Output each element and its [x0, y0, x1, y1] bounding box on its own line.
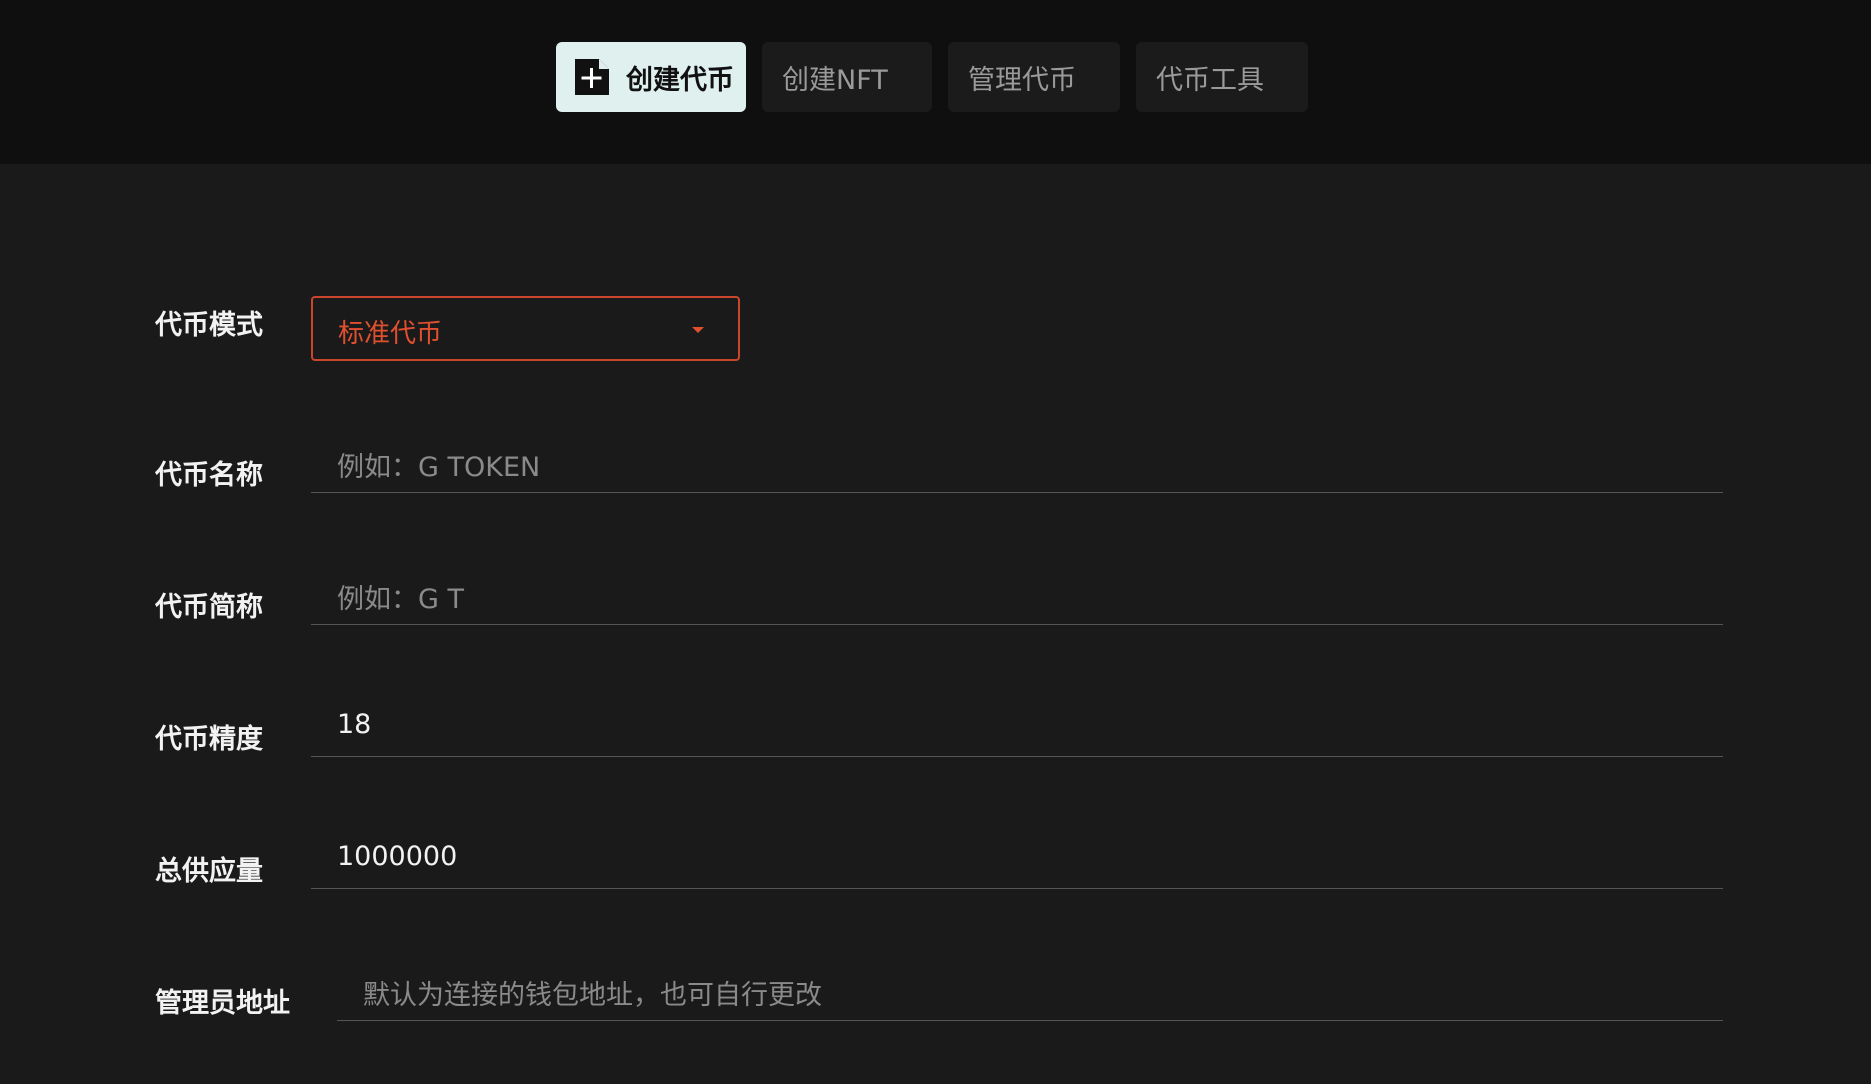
tab-label: 创建代币: [626, 64, 734, 96]
tab-label: 创建NFT: [782, 64, 888, 96]
token-decimals-input[interactable]: 18: [311, 697, 1723, 757]
total-supply-input[interactable]: 1000000: [311, 829, 1723, 889]
token-decimals-value: 18: [337, 709, 372, 740]
tab-token-tools[interactable]: 代币工具: [1136, 42, 1308, 112]
token-decimals-label: 代币精度: [155, 724, 263, 755]
tab-bar: 创建代币 创建NFT 管理代币 代币工具: [556, 42, 1308, 112]
token-mode-select[interactable]: 标准代币: [311, 296, 740, 361]
tab-label: 代币工具: [1156, 64, 1264, 96]
file-plus-icon: [575, 59, 609, 95]
token-name-placeholder: 例如：G TOKEN: [337, 452, 541, 483]
token-symbol-input[interactable]: 例如：G T: [311, 565, 1723, 625]
token-mode-label: 代币模式: [155, 310, 263, 341]
tab-create-token[interactable]: 创建代币: [556, 42, 746, 112]
token-name-label: 代币名称: [155, 460, 263, 491]
tab-label: 管理代币: [968, 64, 1076, 96]
total-supply-label: 总供应量: [155, 856, 263, 887]
tab-manage-token[interactable]: 管理代币: [948, 42, 1120, 112]
admin-address-label: 管理员地址: [155, 988, 290, 1019]
caret-down-icon: [692, 327, 704, 333]
tab-create-nft[interactable]: 创建NFT: [762, 42, 932, 112]
token-name-input[interactable]: 例如：G TOKEN: [311, 433, 1723, 493]
admin-address-input[interactable]: 默认为连接的钱包地址，也可自行更改: [337, 961, 1723, 1021]
total-supply-value: 1000000: [337, 841, 458, 872]
token-symbol-placeholder: 例如：G T: [337, 584, 464, 615]
token-mode-value: 标准代币: [338, 319, 443, 349]
token-symbol-label: 代币简称: [155, 592, 263, 623]
top-navigation-bar: 创建代币 创建NFT 管理代币 代币工具: [0, 0, 1871, 164]
admin-address-placeholder: 默认为连接的钱包地址，也可自行更改: [363, 980, 822, 1011]
